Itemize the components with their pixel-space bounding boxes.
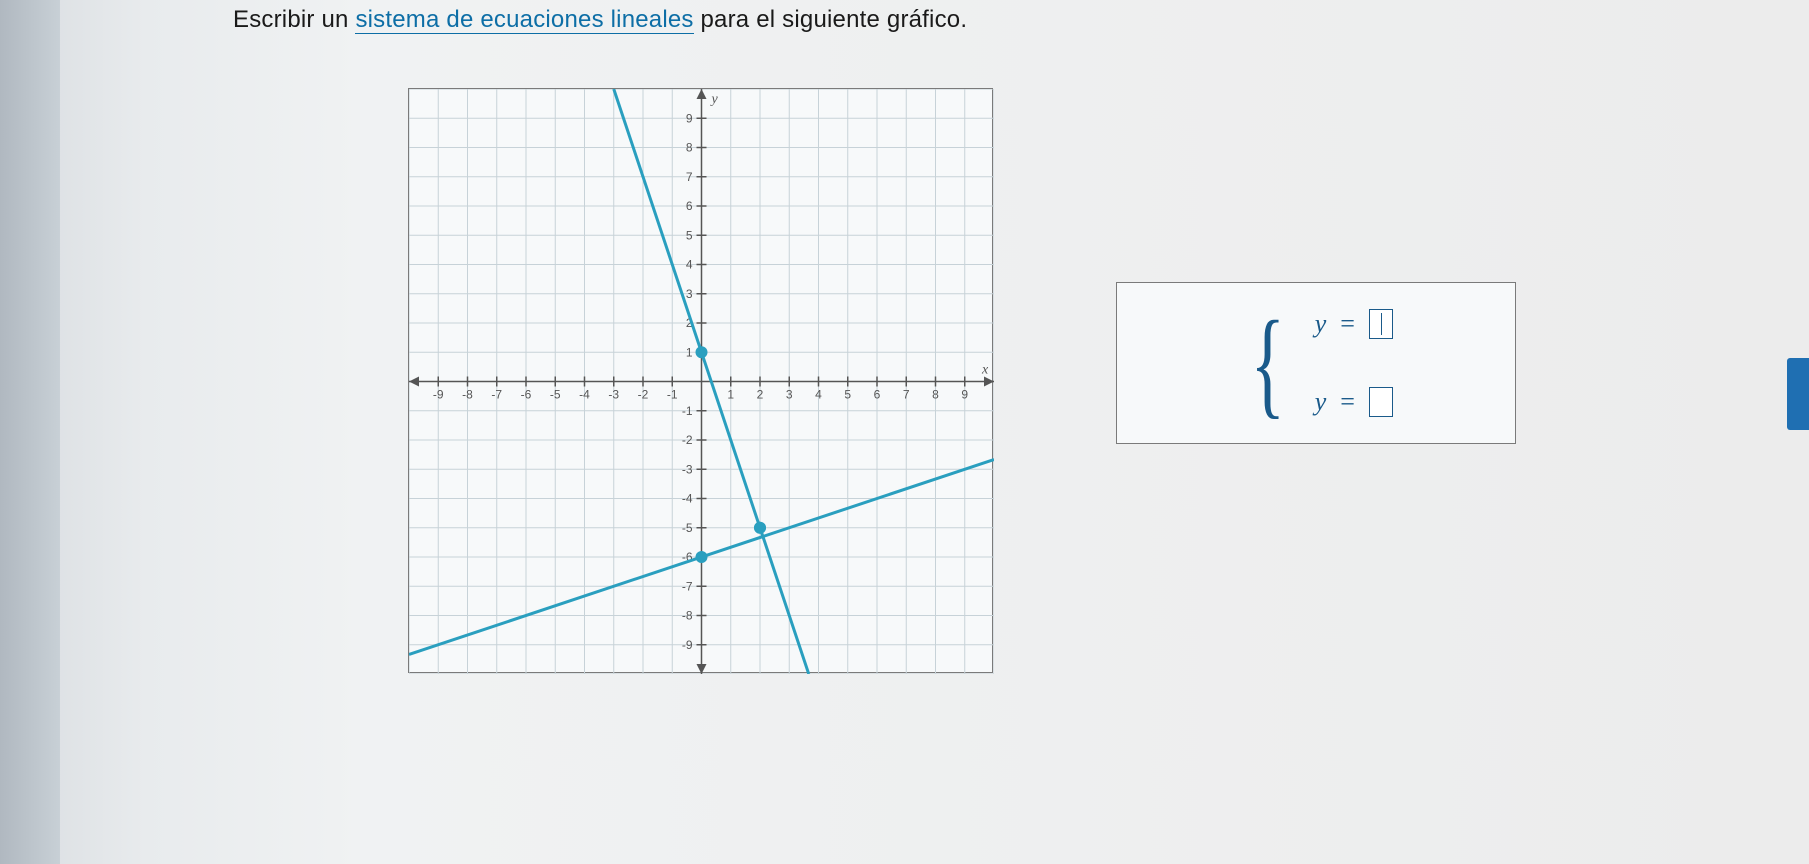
svg-text:-2: -2 <box>638 388 649 402</box>
equation-row-2: y = <box>1315 387 1393 417</box>
svg-text:-4: -4 <box>579 388 590 402</box>
svg-text:9: 9 <box>961 388 968 402</box>
svg-text:-5: -5 <box>550 388 561 402</box>
svg-text:-8: -8 <box>462 388 473 402</box>
svg-text:7: 7 <box>903 388 910 402</box>
svg-text:3: 3 <box>786 388 793 402</box>
svg-text:5: 5 <box>686 228 693 242</box>
svg-text:-2: -2 <box>682 433 693 447</box>
eq1-op: = <box>1340 309 1355 339</box>
svg-text:-7: -7 <box>491 388 502 402</box>
coordinate-plane: -9-9-8-8-7-7-6-6-5-5-4-4-3-3-2-2-1-11122… <box>408 88 993 673</box>
eq1-var: y <box>1315 309 1327 339</box>
svg-text:-8: -8 <box>682 609 693 623</box>
eq2-input[interactable] <box>1369 387 1393 417</box>
svg-text:6: 6 <box>686 199 693 213</box>
brace-icon: { <box>1251 309 1286 417</box>
svg-text:4: 4 <box>815 388 822 402</box>
svg-text:x: x <box>981 363 989 378</box>
svg-text:-9: -9 <box>682 638 693 652</box>
answer-panel: { y = y = <box>1116 282 1516 444</box>
chart-svg: -9-9-8-8-7-7-6-6-5-5-4-4-3-3-2-2-1-11122… <box>409 89 994 674</box>
eq1-input[interactable] <box>1369 309 1393 339</box>
svg-text:4: 4 <box>686 258 693 272</box>
glossary-link[interactable]: sistema de ecuaciones lineales <box>355 6 693 34</box>
svg-text:8: 8 <box>932 388 939 402</box>
eq2-var: y <box>1315 387 1327 417</box>
side-tab-button[interactable] <box>1787 358 1809 430</box>
question-prefix: Escribir un <box>233 6 355 33</box>
svg-text:7: 7 <box>686 170 693 184</box>
question-text: Escribir un sistema de ecuaciones lineal… <box>233 6 967 34</box>
svg-text:6: 6 <box>874 388 881 402</box>
svg-text:1: 1 <box>686 345 693 359</box>
svg-text:8: 8 <box>686 141 693 155</box>
svg-text:9: 9 <box>686 111 693 125</box>
svg-text:-3: -3 <box>682 462 693 476</box>
window-edge <box>0 0 60 864</box>
eq2-op: = <box>1340 387 1355 417</box>
svg-text:-9: -9 <box>433 388 444 402</box>
svg-text:-7: -7 <box>682 579 693 593</box>
svg-text:-5: -5 <box>682 521 693 535</box>
svg-text:-1: -1 <box>682 404 693 418</box>
svg-text:-4: -4 <box>682 492 693 506</box>
svg-text:-1: -1 <box>667 388 678 402</box>
svg-text:5: 5 <box>844 388 851 402</box>
svg-text:2: 2 <box>757 388 764 402</box>
svg-text:3: 3 <box>686 287 693 301</box>
svg-text:y: y <box>710 92 719 107</box>
question-suffix: para el siguiente gráfico. <box>694 6 968 33</box>
equation-row-1: y = <box>1315 309 1393 339</box>
svg-text:-3: -3 <box>608 388 619 402</box>
svg-text:-6: -6 <box>521 388 532 402</box>
equation-stack: y = y = <box>1315 309 1393 417</box>
svg-text:1: 1 <box>727 388 734 402</box>
